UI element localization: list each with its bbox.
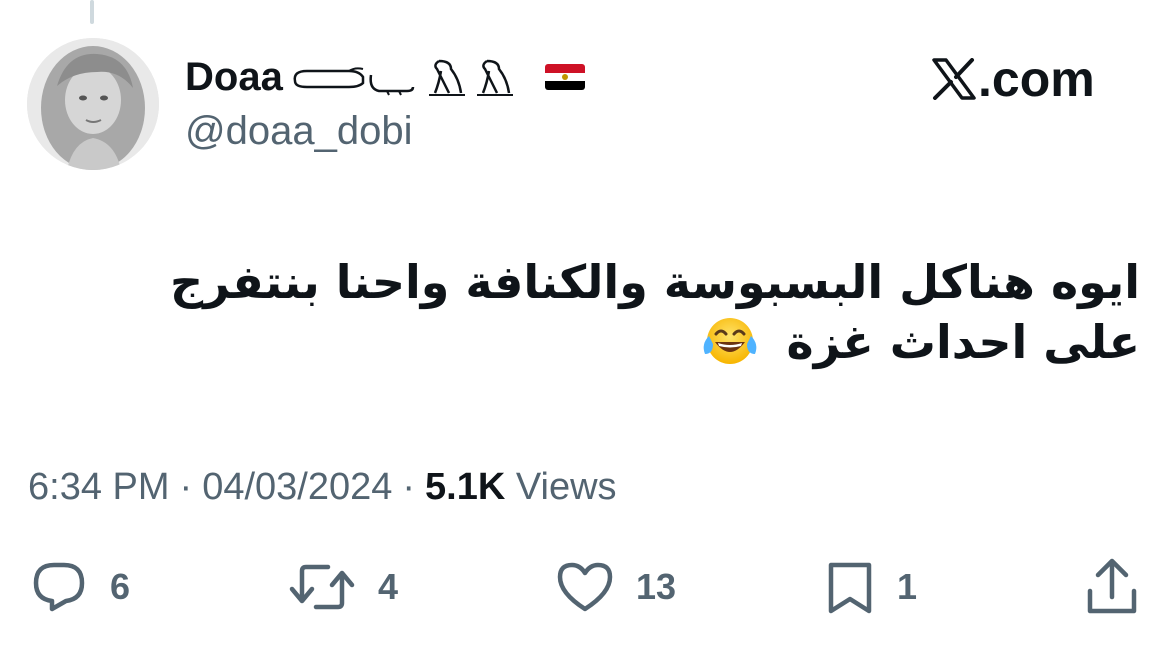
meta-separator: · <box>402 466 416 508</box>
tweet-meta: 6:34 PM · 04/03/2024 · 5.1K Views <box>28 462 617 512</box>
egypt-flag-icon <box>544 64 585 90</box>
tweet-date[interactable]: 04/03/2024 <box>202 466 392 508</box>
like-button[interactable]: 13 <box>556 555 676 619</box>
reply-button[interactable]: 6 <box>30 555 130 619</box>
reply-icon <box>33 562 85 612</box>
avatar-image <box>27 38 159 170</box>
x-logo-icon <box>932 58 976 100</box>
bookmark-button[interactable]: 1 <box>825 555 917 619</box>
tweet-time[interactable]: 6:34 PM <box>28 466 170 508</box>
like-count: 13 <box>636 566 677 607</box>
author-name-row[interactable]: Doaa <box>185 52 585 102</box>
brand-watermark: .com <box>932 52 1095 106</box>
tweet-actions-bar: 6 4 13 1 <box>0 555 1170 619</box>
share-icon <box>1087 558 1137 614</box>
author-handle[interactable]: @doaa_dobi <box>185 106 412 156</box>
tweet-text-content: ايوه هناكل البسبوسة والكنافة واحنا بنتفر… <box>170 255 1140 369</box>
views-count[interactable]: 5.1K <box>425 466 505 508</box>
tweet-text: ايوه هناكل البسبوسة والكنافة واحنا بنتفر… <box>80 252 1140 372</box>
retweet-button[interactable]: 4 <box>288 555 398 619</box>
bookmark-count: 1 <box>897 566 918 607</box>
meta-separator: · <box>179 466 193 508</box>
reply-count: 6 <box>110 566 131 607</box>
bookmark-icon <box>828 562 872 614</box>
thread-connector-line <box>90 0 94 24</box>
author-display-name[interactable]: Doaa <box>185 52 283 102</box>
retweet-count: 4 <box>378 566 399 607</box>
avatar[interactable] <box>27 38 159 170</box>
laughing-tears-emoji-icon <box>701 314 759 368</box>
retweet-icon <box>289 564 355 610</box>
views-label[interactable]: Views <box>516 466 617 508</box>
share-button[interactable] <box>1084 555 1140 619</box>
hieroglyph-icon <box>289 57 531 97</box>
heart-icon <box>557 562 613 612</box>
brand-domain-text: .com <box>978 51 1095 107</box>
